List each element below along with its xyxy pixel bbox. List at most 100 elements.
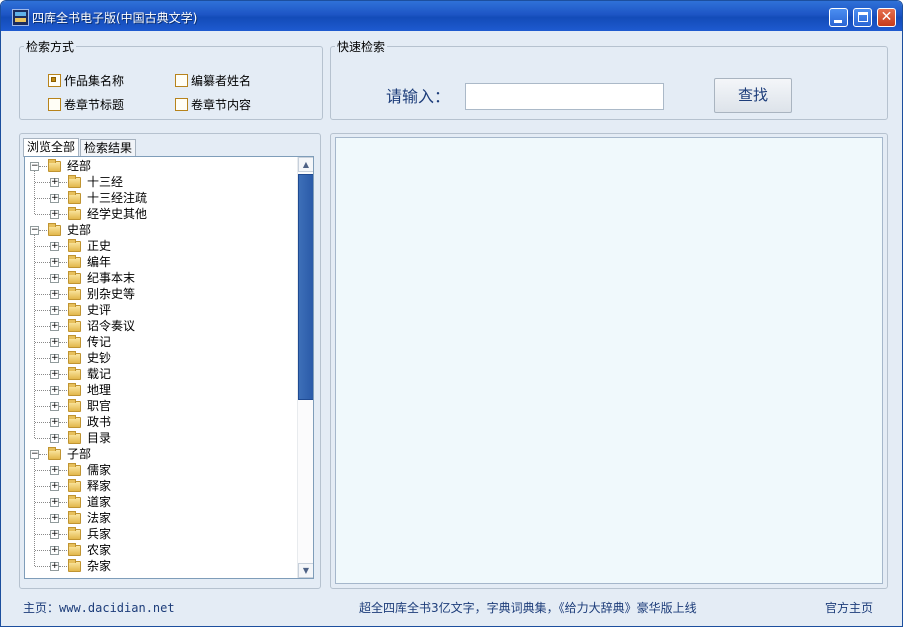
expand-icon[interactable]: + <box>50 178 59 187</box>
app-icon[interactable] <box>12 9 29 26</box>
scroll-thumb[interactable] <box>298 174 313 400</box>
expand-icon[interactable]: + <box>50 354 59 363</box>
tree-connector <box>59 310 67 311</box>
option-chapter-title[interactable]: 卷章节标题 <box>48 97 124 113</box>
expand-icon[interactable]: + <box>50 194 59 203</box>
tree-category-node[interactable]: − 经部 <box>25 158 297 174</box>
collapse-icon[interactable]: − <box>30 226 39 235</box>
tree-branch-line <box>35 310 50 311</box>
expand-icon[interactable]: + <box>50 370 59 379</box>
expand-icon[interactable]: + <box>50 210 59 219</box>
close-button[interactable]: ✕ <box>877 8 896 27</box>
tree-node-label: 诏令奏议 <box>87 319 136 333</box>
scroll-down-icon: ▼ <box>302 566 310 575</box>
option-chapter-content-checkbox[interactable] <box>175 98 188 111</box>
expand-icon[interactable]: + <box>50 402 59 411</box>
tree-node-label: 地理 <box>87 383 112 397</box>
tree-subcategory-node[interactable]: + 兵家 <box>25 526 297 542</box>
tree-subcategory-node[interactable]: + 正史 <box>25 238 297 254</box>
tree-subcategory-node[interactable]: + 目录 <box>25 430 297 446</box>
tree-subcategory-node[interactable]: + 传记 <box>25 334 297 350</box>
tree-branch-line <box>35 214 50 215</box>
tree-subcategory-node[interactable]: + 地理 <box>25 382 297 398</box>
tree-node-label: 儒家 <box>87 463 112 477</box>
folder-icon <box>48 223 61 236</box>
tree-subcategory-node[interactable]: + 法家 <box>25 510 297 526</box>
scroll-up-button[interactable]: ▲ <box>298 157 313 172</box>
expand-icon[interactable]: + <box>50 338 59 347</box>
tree-subcategory-node[interactable]: + 编年 <box>25 254 297 270</box>
promo-link[interactable]: 超全四库全书3亿文字，字典词典集，《给力大辞典》豪华版上线 <box>359 599 697 616</box>
expand-icon[interactable]: + <box>50 242 59 251</box>
tree-subcategory-node[interactable]: + 十三经 <box>25 174 297 190</box>
tree-subcategory-node[interactable]: + 史钞 <box>25 350 297 366</box>
expand-icon[interactable]: + <box>50 514 59 523</box>
tree-branch-line <box>35 262 50 263</box>
expand-icon[interactable]: + <box>50 306 59 315</box>
tree-subcategory-node[interactable]: + 农家 <box>25 542 297 558</box>
scroll-down-button[interactable]: ▼ <box>298 563 313 578</box>
option-chapter-title-checkbox[interactable] <box>48 98 61 111</box>
expand-icon[interactable]: + <box>50 434 59 443</box>
expand-icon[interactable]: + <box>50 482 59 491</box>
tree-subcategory-node[interactable]: + 经学史其他 <box>25 206 297 222</box>
homepage-link[interactable]: 主页：www.dacidian.net <box>23 599 175 616</box>
window-title: 四库全书电子版(中国古典文学) <box>32 11 198 25</box>
tree-subcategory-node[interactable]: + 释家 <box>25 478 297 494</box>
tree-subcategory-node[interactable]: + 政书 <box>25 414 297 430</box>
tree-subcategory-node[interactable]: + 十三经注疏 <box>25 190 297 206</box>
collapse-icon[interactable]: − <box>30 162 39 171</box>
official-site-link[interactable]: 官方主页 <box>825 599 873 616</box>
option-editor-name-checkbox[interactable] <box>175 74 188 87</box>
tree-subcategory-node[interactable]: + 诏令奏议 <box>25 318 297 334</box>
tree-subcategory-node[interactable]: + 儒家 <box>25 462 297 478</box>
option-editor-name[interactable]: 编纂者姓名 <box>175 73 251 89</box>
tree-connector <box>39 230 47 231</box>
expand-icon[interactable]: + <box>50 290 59 299</box>
content-display-area[interactable] <box>335 137 883 584</box>
tree-subcategory-node[interactable]: + 别杂史等 <box>25 286 297 302</box>
expand-icon[interactable]: + <box>50 274 59 283</box>
tab-search-results[interactable]: 检索结果 <box>80 139 137 157</box>
collapse-icon[interactable]: − <box>30 450 39 459</box>
minimize-button[interactable] <box>829 8 848 27</box>
option-work-title[interactable]: 作品集名称 <box>48 73 124 89</box>
tree-category-node[interactable]: − 史部 <box>25 222 297 238</box>
expand-icon[interactable]: + <box>50 466 59 475</box>
folder-icon <box>68 543 81 556</box>
tab-browse-all[interactable]: 浏览全部 <box>23 138 80 157</box>
tree-category-node[interactable]: − 子部 <box>25 446 297 462</box>
tree-branch-line <box>35 502 50 503</box>
tree-connector <box>59 406 67 407</box>
tree-subcategory-node[interactable]: + 史评 <box>25 302 297 318</box>
tree-guide-line <box>34 171 35 214</box>
tree-subcategory-node[interactable]: + 载记 <box>25 366 297 382</box>
expand-icon[interactable]: + <box>50 530 59 539</box>
expand-icon[interactable]: + <box>50 418 59 427</box>
content-panel <box>330 133 888 589</box>
maximize-button[interactable] <box>853 8 872 27</box>
title-bar[interactable]: 四库全书电子版(中国古典文学) ✕ <box>1 1 902 31</box>
tree-scrollbar[interactable]: ▲ ▼ <box>297 157 313 578</box>
tree-subcategory-node[interactable]: + 纪事本末 <box>25 270 297 286</box>
tree-subcategory-node[interactable]: + 职官 <box>25 398 297 414</box>
expand-icon[interactable]: + <box>50 258 59 267</box>
minimize-icon <box>834 20 842 23</box>
expand-icon[interactable]: + <box>50 562 59 571</box>
expand-icon[interactable]: + <box>50 498 59 507</box>
expand-icon[interactable]: + <box>50 322 59 331</box>
folder-icon <box>68 303 81 316</box>
tree-branch-line <box>35 342 50 343</box>
option-chapter-content[interactable]: 卷章节内容 <box>175 97 251 113</box>
option-work-title-checkbox[interactable] <box>48 74 61 87</box>
folder-icon <box>48 447 61 460</box>
tree-subcategory-node[interactable]: + 杂家 <box>25 558 297 574</box>
expand-icon[interactable]: + <box>50 546 59 555</box>
tree-subcategory-node[interactable]: + 道家 <box>25 494 297 510</box>
search-input[interactable] <box>465 83 664 110</box>
find-button[interactable]: 查找 <box>714 78 792 113</box>
expand-icon[interactable]: + <box>50 386 59 395</box>
category-tree-view[interactable]: − 经部 + 十三经 + 十三经注疏 + 经学史其他 − 史部 + 正史 + 编年 + 纪事本末 + 别杂史等 + 史… <box>24 156 314 579</box>
browse-panel: 浏览全部 检索结果 − 经部 + 十三经 + 十三经注疏 + 经学史其他 − 史部 + 正史 + 编年 + 纪事… <box>19 133 321 589</box>
tree-node-label: 载记 <box>87 367 112 381</box>
